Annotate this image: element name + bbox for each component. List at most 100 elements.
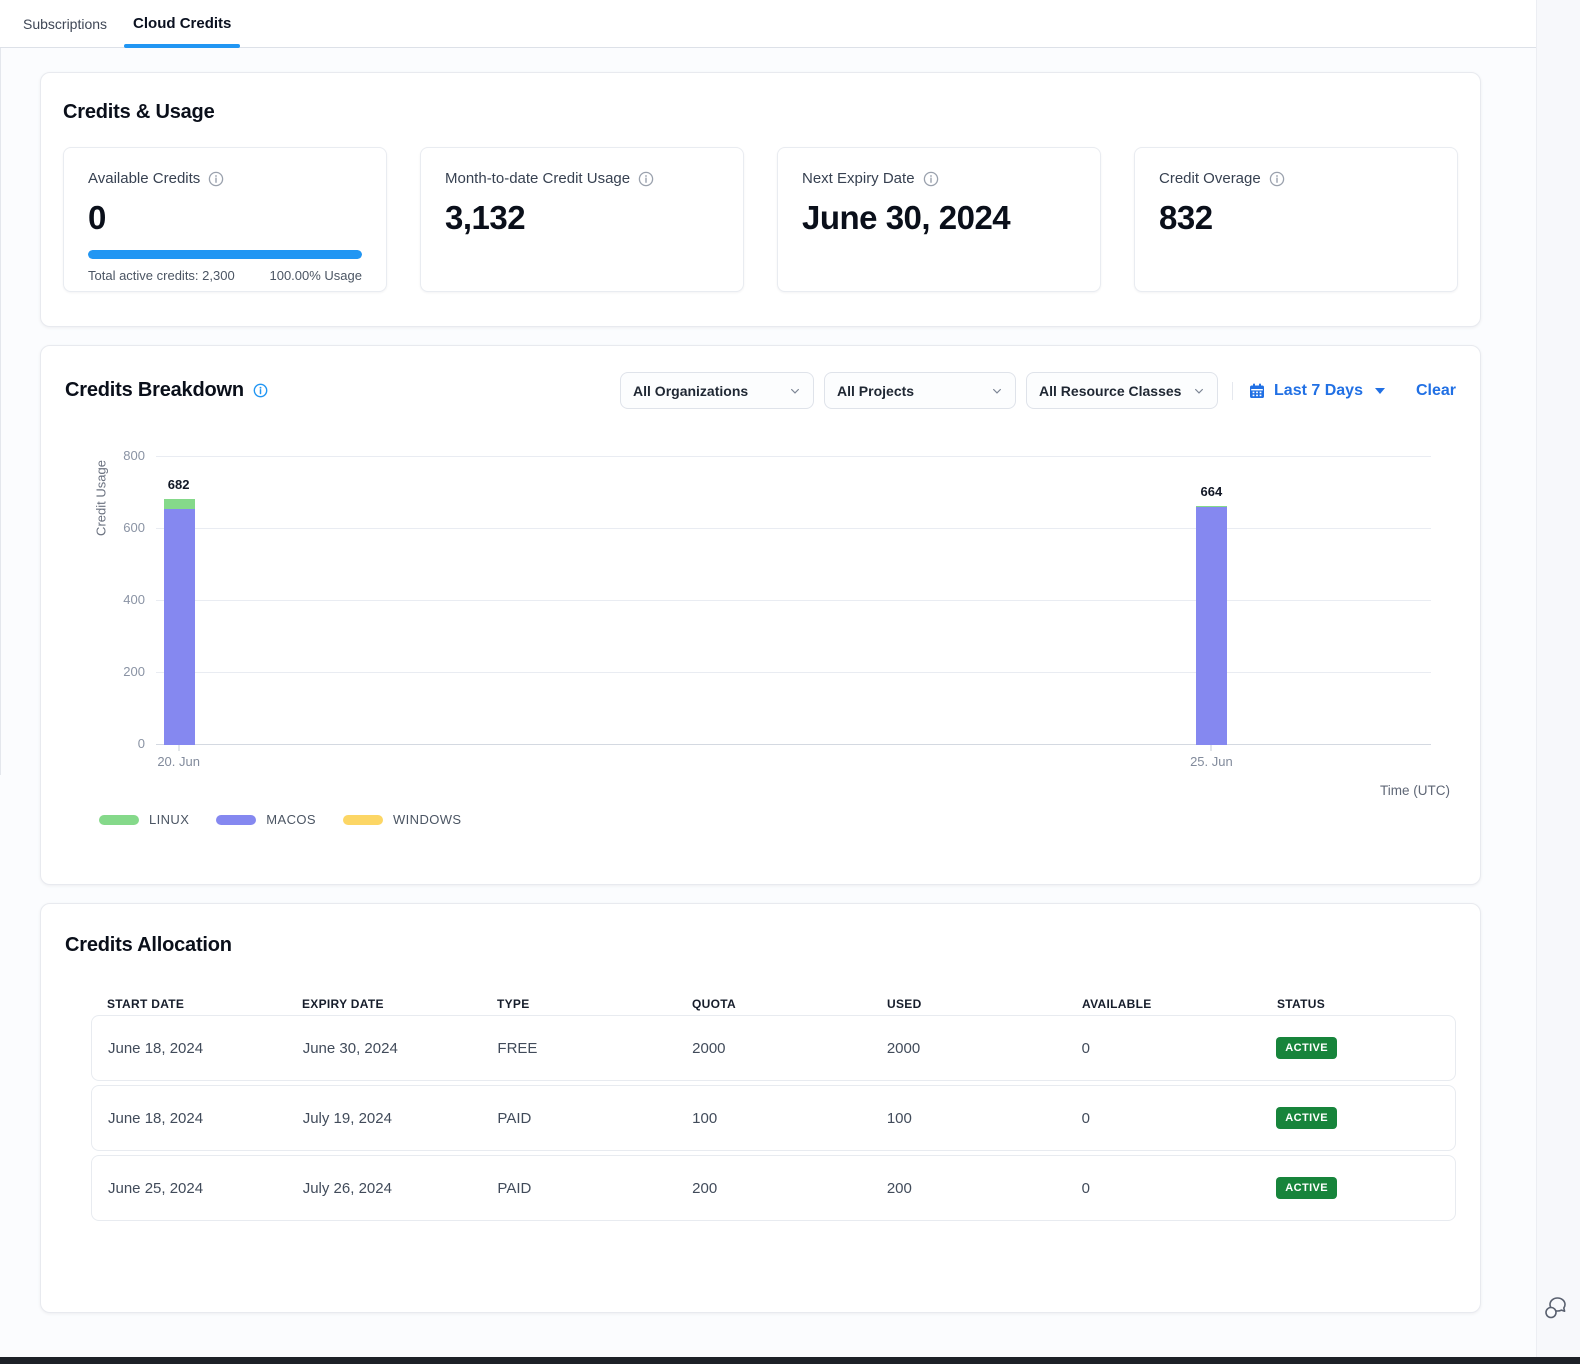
info-icon[interactable] (638, 171, 654, 187)
col-type: TYPE (481, 997, 676, 1011)
mtd-usage-label: Month-to-date Credit Usage (445, 170, 630, 187)
info-icon-blue[interactable] (253, 383, 268, 398)
credit-overage-card: Credit Overage 832 (1134, 147, 1458, 292)
info-icon[interactable] (923, 171, 939, 187)
chevron-down-icon (991, 385, 1003, 397)
status-badge: ACTIVE (1276, 1107, 1337, 1129)
organizations-select[interactable]: All Organizations (620, 372, 814, 409)
col-used: USED (871, 997, 1066, 1011)
col-expiry-date: EXPIRY DATE (286, 997, 481, 1011)
resource-classes-select[interactable]: All Resource Classes (1026, 372, 1218, 409)
credits-allocation-title: Credits Allocation (65, 934, 1456, 957)
calendar-icon (1248, 382, 1266, 400)
cell-available: 0 (1066, 1180, 1261, 1197)
status-badge: ACTIVE (1276, 1037, 1337, 1059)
cell-expiry-date: June 30, 2024 (287, 1040, 482, 1057)
caret-down-icon (1375, 388, 1385, 394)
cell-start-date: June 25, 2024 (92, 1180, 287, 1197)
legend-swatch (216, 815, 256, 825)
gridline (156, 744, 1431, 745)
total-active-credits: Total active credits: 2,300 (88, 268, 235, 283)
table-row: June 18, 2024 June 30, 2024 FREE 2000 20… (91, 1015, 1456, 1081)
y-tick-label: 200 (101, 664, 145, 679)
y-tick-label: 600 (101, 520, 145, 535)
y-tick-label: 400 (101, 592, 145, 607)
table-row: June 25, 2024 July 26, 2024 PAID 200 200… (91, 1155, 1456, 1221)
gridline (156, 528, 1431, 529)
chart-plot: 020040060080068220. Jun66425. Jun (156, 457, 1431, 745)
credits-breakdown-card: Credits Breakdown All Organizations All … (40, 345, 1481, 885)
bar-segment-macos[interactable] (164, 509, 195, 745)
next-expiry-value: June 30, 2024 (802, 199, 1076, 237)
cell-start-date: June 18, 2024 (92, 1110, 287, 1127)
tab-subscriptions-label: Subscriptions (23, 16, 107, 32)
resource-classes-select-value: All Resource Classes (1039, 383, 1181, 399)
chevron-down-icon (789, 385, 801, 397)
info-icon[interactable] (208, 171, 224, 187)
available-credits-card: Available Credits 0 Total active credits… (63, 147, 387, 292)
bar-segment-linux[interactable] (164, 499, 195, 509)
legend-item-macos[interactable]: MACOS (216, 812, 316, 827)
info-icon[interactable] (1269, 171, 1285, 187)
bar-25. Jun[interactable] (1196, 506, 1227, 745)
support-chat-button[interactable] (1540, 1291, 1572, 1323)
metric-row: Available Credits 0 Total active credits… (63, 147, 1458, 292)
mtd-usage-card: Month-to-date Credit Usage 3,132 (420, 147, 744, 292)
credits-usage-card: Credits & Usage Available Credits 0 Tota… (40, 72, 1481, 327)
projects-select-value: All Projects (837, 383, 914, 399)
credits-progress-bar (88, 250, 362, 259)
tab-subscriptions[interactable]: Subscriptions (23, 0, 107, 48)
available-credits-value: 0 (88, 199, 362, 237)
next-expiry-label: Next Expiry Date (802, 170, 915, 187)
tab-cloud-credits-label: Cloud Credits (133, 15, 231, 32)
scrollbar-gutter (1536, 0, 1580, 1357)
cell-type: FREE (481, 1040, 676, 1057)
cell-expiry-date: July 26, 2024 (287, 1180, 482, 1197)
tab-cloud-credits[interactable]: Cloud Credits (133, 0, 231, 48)
organizations-select-value: All Organizations (633, 383, 748, 399)
table-header-row: START DATE EXPIRY DATE TYPE QUOTA USED A… (91, 997, 1456, 1011)
mtd-usage-value: 3,132 (445, 199, 719, 237)
date-range-picker[interactable]: Last 7 Days (1232, 382, 1385, 400)
credit-overage-label: Credit Overage (1159, 170, 1261, 187)
next-expiry-card: Next Expiry Date June 30, 2024 (777, 147, 1101, 292)
x-tick (178, 745, 179, 751)
credits-allocation-table: START DATE EXPIRY DATE TYPE QUOTA USED A… (91, 997, 1456, 1221)
status-badge: ACTIVE (1276, 1177, 1337, 1199)
credits-breakdown-title: Credits Breakdown (65, 379, 244, 402)
legend-swatch (343, 815, 383, 825)
col-status: STATUS (1261, 997, 1456, 1011)
x-axis-title: Time (UTC) (1380, 783, 1450, 798)
bar-total-label: 682 (168, 477, 190, 492)
window-bottom-border (0, 1357, 1580, 1364)
legend-item-linux[interactable]: LINUX (99, 812, 189, 827)
main-content: Credits & Usage Available Credits 0 Tota… (40, 72, 1481, 1313)
cell-type: PAID (481, 1180, 676, 1197)
bar-total-label: 664 (1201, 484, 1223, 499)
projects-select[interactable]: All Projects (824, 372, 1016, 409)
bar-20. Jun[interactable] (164, 499, 195, 745)
cell-type: PAID (481, 1110, 676, 1127)
cell-quota: 200 (676, 1180, 871, 1197)
credit-overage-value: 832 (1159, 199, 1433, 237)
legend-swatch (99, 815, 139, 825)
gridline (156, 600, 1431, 601)
gridline (156, 672, 1431, 673)
legend-item-windows[interactable]: WINDOWS (343, 812, 462, 827)
x-tick (1211, 745, 1212, 751)
available-credits-label: Available Credits (88, 170, 200, 187)
bar-segment-macos[interactable] (1196, 507, 1227, 745)
credits-progress-fill (88, 250, 362, 259)
col-available: AVAILABLE (1066, 997, 1261, 1011)
chevron-down-icon (1193, 385, 1205, 397)
gridline (156, 456, 1431, 457)
table-row: June 18, 2024 July 19, 2024 PAID 100 100… (91, 1085, 1456, 1151)
cell-start-date: June 18, 2024 (92, 1040, 287, 1057)
col-quota: QUOTA (676, 997, 871, 1011)
legend-label-windows: WINDOWS (393, 812, 462, 827)
clear-filters-link[interactable]: Clear (1416, 382, 1456, 400)
legend-label-macos: MACOS (266, 812, 316, 827)
cell-used: 2000 (871, 1040, 1066, 1057)
cell-used: 100 (871, 1110, 1066, 1127)
legend-label-linux: LINUX (149, 812, 189, 827)
